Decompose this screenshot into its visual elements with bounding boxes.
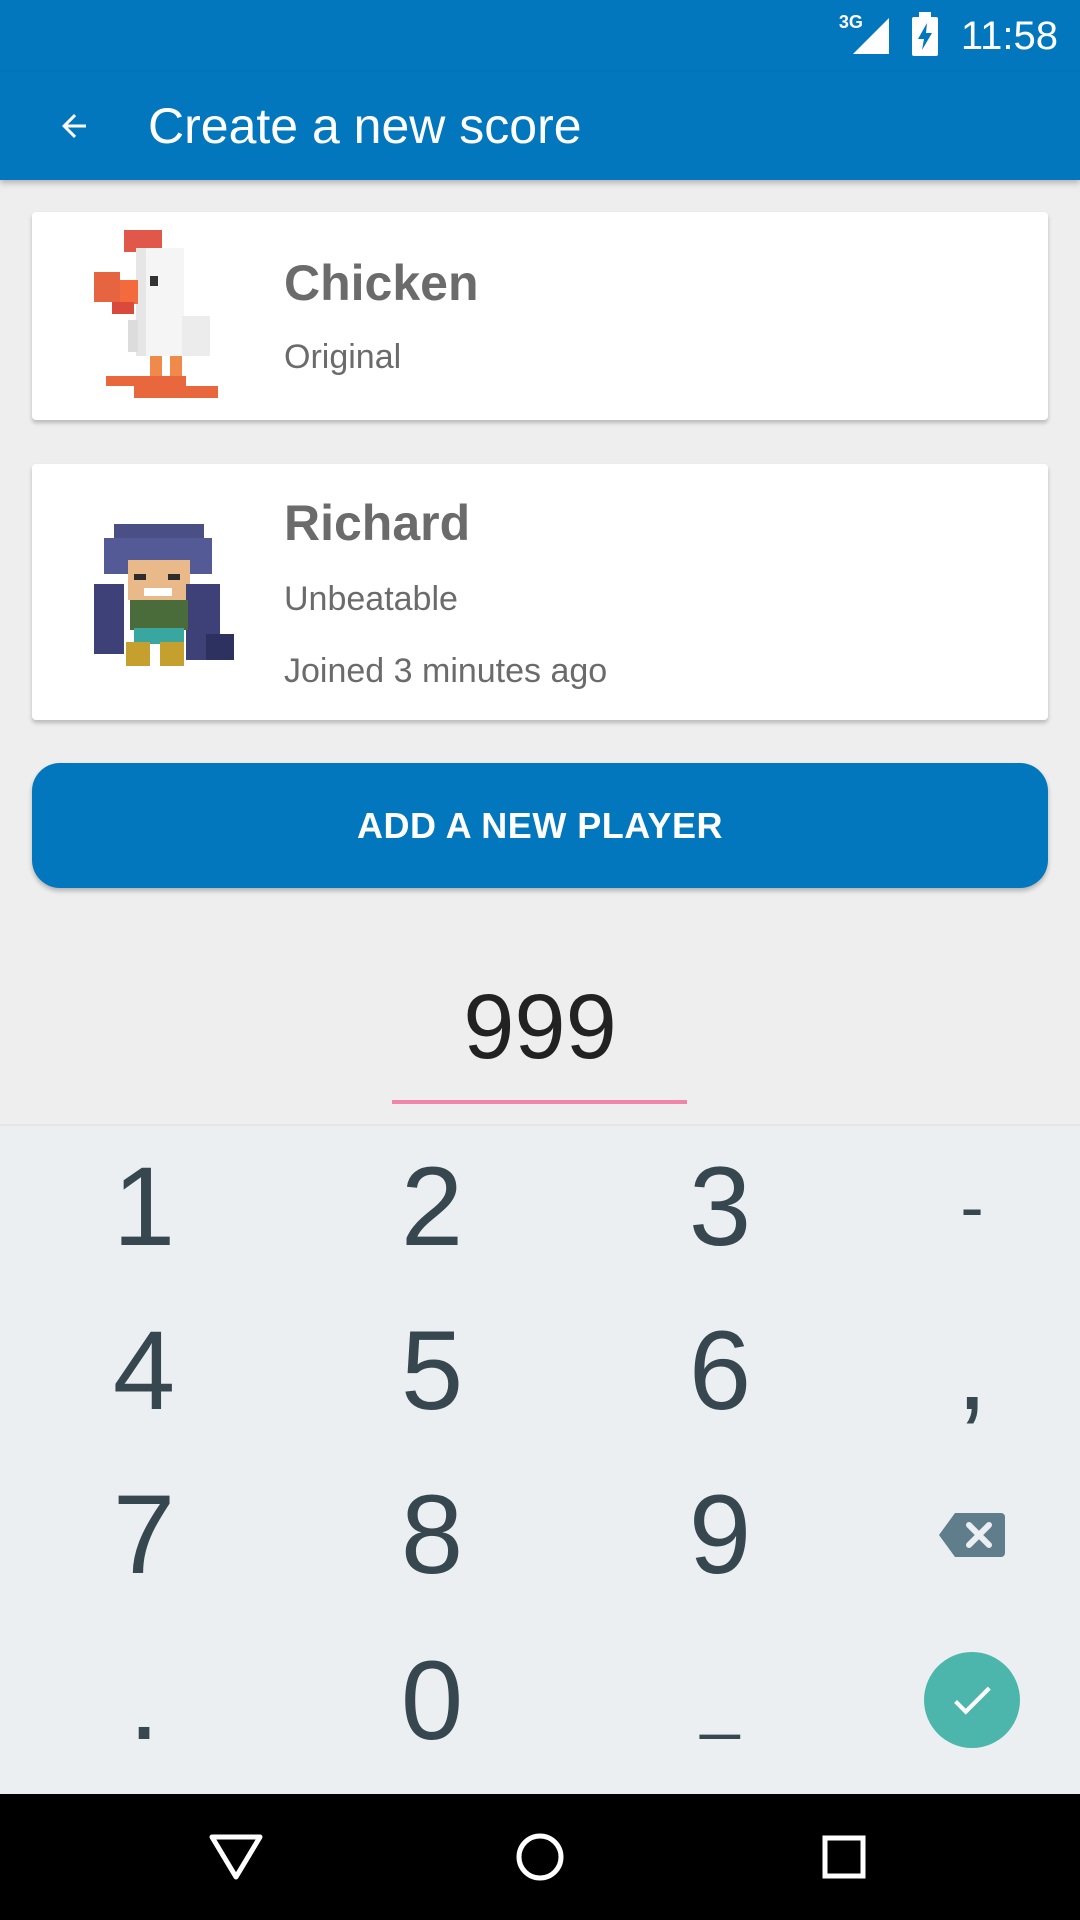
status-bar: 3G 11:58 (0, 0, 1080, 72)
player-name: Chicken (284, 255, 479, 311)
key-period[interactable]: . (64, 1641, 224, 1761)
player-card-richard[interactable]: Richard Unbeatable Joined 3 minutes ago (32, 464, 1048, 720)
nav-home-button[interactable] (510, 1827, 570, 1887)
key-3[interactable]: 3 (640, 1147, 800, 1267)
arrow-back-icon (62, 114, 86, 138)
character-avatar-icon (94, 524, 244, 674)
player-rank: Original (284, 338, 402, 376)
player-rank: Unbeatable (284, 580, 458, 618)
done-button[interactable] (924, 1652, 1020, 1748)
nav-back-button[interactable] (206, 1827, 266, 1887)
player-joined: Joined 3 minutes ago (284, 652, 608, 690)
player-card-chicken[interactable]: Chicken Original (32, 212, 1048, 420)
status-time: 11:58 (960, 13, 1058, 58)
circle-home-icon (516, 1833, 564, 1881)
key-comma[interactable]: , (892, 1311, 1052, 1431)
chicken-avatar-icon (94, 230, 244, 402)
backspace-icon (939, 1513, 1005, 1557)
key-7[interactable]: 7 (64, 1475, 224, 1595)
signal-icon: 3G (839, 12, 889, 56)
backspace-key[interactable] (892, 1475, 1052, 1595)
page-title: Create a new score (148, 98, 582, 154)
triangle-back-icon (209, 1834, 263, 1880)
key-6[interactable]: 6 (640, 1311, 800, 1431)
back-button[interactable] (38, 90, 110, 162)
key-underscore[interactable]: _ (640, 1641, 800, 1761)
battery-icon (911, 11, 939, 61)
nav-recents-button[interactable] (814, 1827, 874, 1887)
score-input-underline (392, 1100, 687, 1104)
key-8[interactable]: 8 (352, 1475, 512, 1595)
app-bar: Create a new score (0, 72, 1080, 180)
network-type: 3G (838, 12, 863, 32)
key-1[interactable]: 1 (64, 1147, 224, 1267)
key-4[interactable]: 4 (64, 1311, 224, 1431)
key-5[interactable]: 5 (352, 1311, 512, 1431)
key-minus[interactable]: - (892, 1147, 1052, 1267)
player-name: Richard (284, 495, 471, 551)
add-new-player-button[interactable]: ADD A NEW PLAYER (32, 763, 1048, 888)
score-input[interactable]: 999 (390, 975, 690, 1080)
square-recents-icon (822, 1835, 866, 1879)
key-9[interactable]: 9 (640, 1475, 800, 1595)
key-2[interactable]: 2 (352, 1147, 512, 1267)
check-icon (954, 1686, 991, 1715)
key-0[interactable]: 0 (352, 1641, 512, 1761)
navigation-bar (0, 1794, 1080, 1920)
